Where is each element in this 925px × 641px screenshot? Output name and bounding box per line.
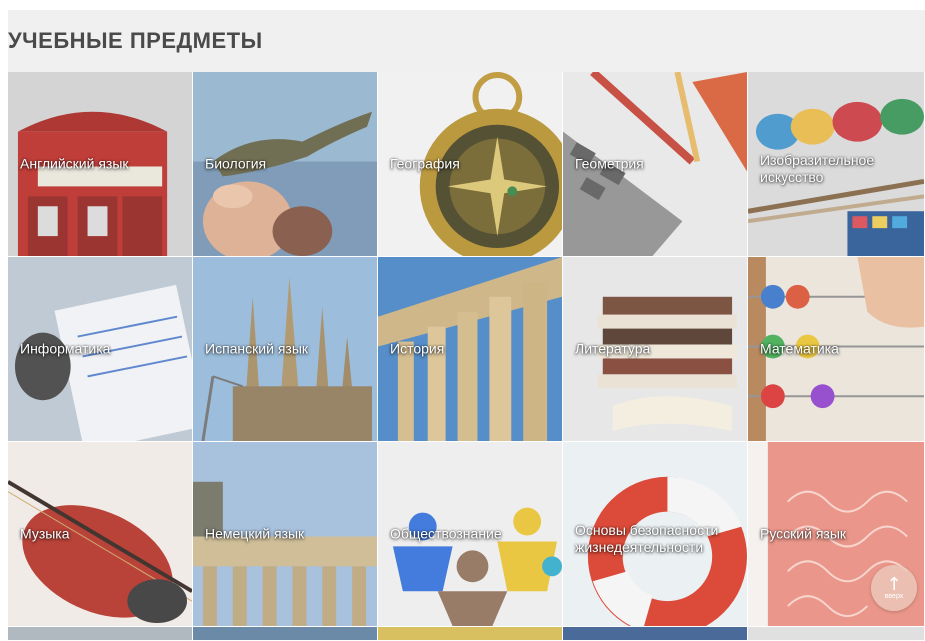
subject-tile-biology[interactable]: Биология <box>193 72 378 257</box>
subject-tile-math[interactable]: Математика <box>748 257 925 442</box>
subject-label: Математика <box>760 340 839 357</box>
subject-label: Обществознание <box>390 525 502 542</box>
subject-label: История <box>390 340 445 357</box>
subject-tile-geometry[interactable]: Геометрия <box>563 72 748 257</box>
subject-tile-history[interactable]: История <box>378 257 563 442</box>
subject-tile-english[interactable]: Английский язык <box>8 72 193 257</box>
subject-label: Литература <box>575 340 651 357</box>
subject-label: География <box>390 155 460 172</box>
subject-tile-partial[interactable] <box>378 627 563 641</box>
subject-label: Музыка <box>20 525 70 542</box>
subject-tile-social[interactable]: Обществознание <box>378 442 563 627</box>
subject-label: Английский язык <box>20 155 129 172</box>
scroll-to-top-button[interactable]: ↑ вверх <box>871 565 917 611</box>
page-title: УЧЕБНЫЕ ПРЕДМЕТЫ <box>8 28 263 53</box>
subject-tile-geography[interactable]: География <box>378 72 563 257</box>
subject-tile-music[interactable]: Музыка <box>8 442 193 627</box>
subject-tile-partial[interactable] <box>193 627 378 641</box>
subject-label: Русский язык <box>760 525 847 542</box>
subject-tile-obzh[interactable]: Основы безопасности жизнедеятельности <box>563 442 748 627</box>
arrow-up-icon: ↑ <box>886 573 902 595</box>
subjects-grid: Английский язык Биология География Геоме… <box>8 72 925 641</box>
subject-label: Немецкий язык <box>205 525 305 542</box>
subject-label: Геометрия <box>575 155 644 172</box>
scroll-to-top-label: вверх <box>884 592 904 600</box>
subject-tile-spanish[interactable]: Испанский язык <box>193 257 378 442</box>
page-header: УЧЕБНЫЕ ПРЕДМЕТЫ <box>8 10 925 72</box>
subject-tile-art[interactable]: Изобразительное искусство <box>748 72 925 257</box>
subject-label: Изобразительное искусство <box>760 152 875 186</box>
subject-label: Информатика <box>20 340 111 357</box>
subject-tile-german[interactable]: Немецкий язык <box>193 442 378 627</box>
subject-tile-partial[interactable] <box>748 627 925 641</box>
subject-tile-partial[interactable] <box>8 627 193 641</box>
subject-tile-literature[interactable]: Литература <box>563 257 748 442</box>
subject-tile-partial[interactable] <box>563 627 748 641</box>
subject-label: Биология <box>205 155 267 172</box>
subject-label: Основы безопасности жизнедеятельности <box>575 522 719 556</box>
subject-label: Испанский язык <box>205 340 309 357</box>
subject-tile-informatics[interactable]: Информатика <box>8 257 193 442</box>
